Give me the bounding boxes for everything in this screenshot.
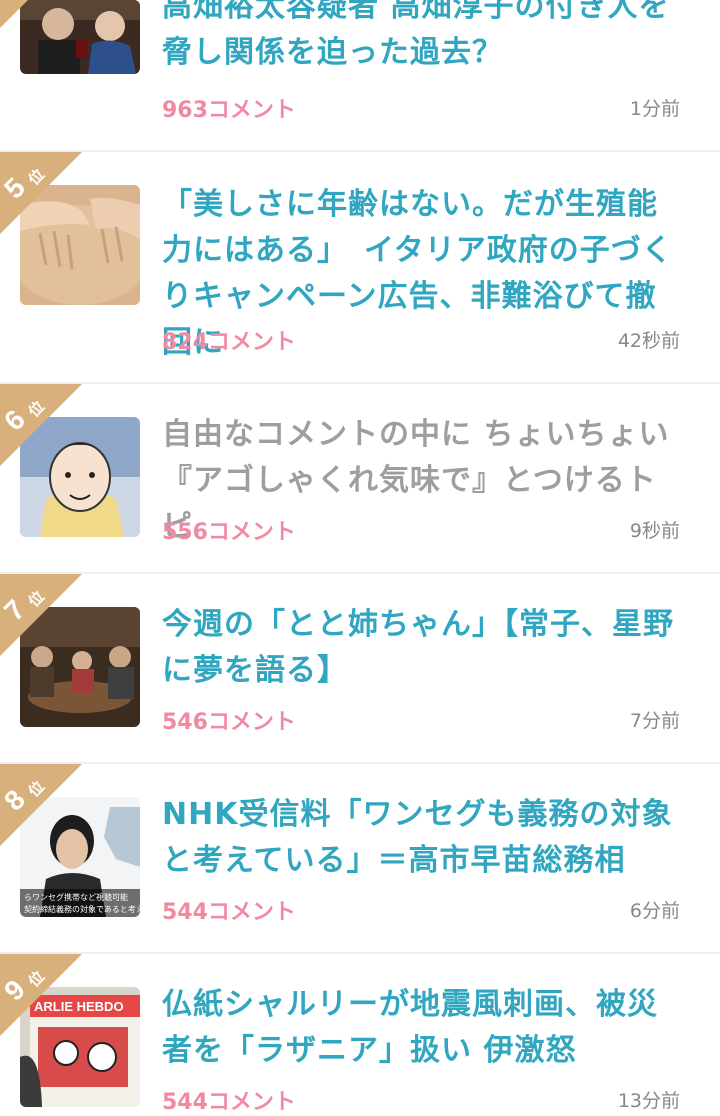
- rank-badge: 6 位: [0, 384, 82, 466]
- list-item[interactable]: らワンセグ携帯など視聴可能 契約締結義務の対象であると考えて 8 位 NHK受信…: [0, 764, 720, 954]
- list-item[interactable]: 5 位 「美しさに年齢はない。だが生殖能力にはある」 イタリア政府の子づくりキャ…: [0, 152, 720, 384]
- rank-ribbon-icon: 8 位: [0, 764, 82, 846]
- comment-count: 544コメント: [162, 900, 296, 925]
- topic-title[interactable]: NHK受信料「ワンセグも義務の対象と考えている」＝高市早苗総務相: [162, 792, 682, 884]
- rank-badge: [0, 0, 82, 42]
- list-item[interactable]: 7 位 今週の「とと姉ちゃん」【常子、星野に夢を語る】 546コメント 7分前: [0, 574, 720, 764]
- comment-count: 963コメント: [162, 98, 296, 123]
- rank-ribbon-icon: [0, 0, 28, 28]
- comment-count: 556コメント: [162, 520, 296, 545]
- topic-title[interactable]: 高畑裕太容疑者 高畑淳子の付き人を脅し関係を迫った過去？: [162, 0, 682, 76]
- timestamp: 1分前: [629, 98, 680, 120]
- rank-ribbon-icon: 9 位: [0, 954, 82, 1036]
- rank-ribbon-icon: 5 位: [0, 152, 82, 234]
- comment-count: 544コメント: [162, 1090, 296, 1115]
- list-item[interactable]: ARLIE HEBDO 9 位 仏紙シャルリーが地震風刺画、被災者を「ラザニア」…: [0, 954, 720, 1115]
- svg-text:らワンセグ携帯など視聴可能: らワンセグ携帯など視聴可能: [24, 892, 128, 902]
- rank-ribbon-icon: 6 位: [0, 384, 82, 466]
- timestamp: 6分前: [629, 900, 680, 922]
- topic-title[interactable]: 仏紙シャルリーが地震風刺画、被災者を「ラザニア」扱い 伊激怒: [162, 982, 682, 1074]
- topic-title[interactable]: 今週の「とと姉ちゃん」【常子、星野に夢を語る】: [162, 602, 682, 694]
- timestamp: 42秒前: [617, 330, 680, 352]
- rank-badge: 7 位: [0, 574, 82, 656]
- timestamp: 9秒前: [629, 520, 680, 542]
- timestamp: 13分前: [617, 1090, 680, 1112]
- timestamp: 7分前: [629, 710, 680, 732]
- list-item[interactable]: 6 位 自由なコメントの中に ちょいちょい『アゴしゃくれ気味で』とつけるトピ 5…: [0, 384, 720, 574]
- rank-badge: 9 位: [0, 954, 82, 1036]
- rank-badge: 5 位: [0, 152, 82, 234]
- rank-ribbon-icon: 7 位: [0, 574, 82, 656]
- list-item[interactable]: 高畑裕太容疑者 高畑淳子の付き人を脅し関係を迫った過去？ 963コメント 1分前: [0, 0, 720, 152]
- comment-count: 824コメント: [162, 330, 296, 355]
- svg-text:契約締結義務の対象であると考えて: 契約締結義務の対象であると考えて: [24, 904, 140, 914]
- rank-badge: 8 位: [0, 764, 82, 846]
- comment-count: 546コメント: [162, 710, 296, 735]
